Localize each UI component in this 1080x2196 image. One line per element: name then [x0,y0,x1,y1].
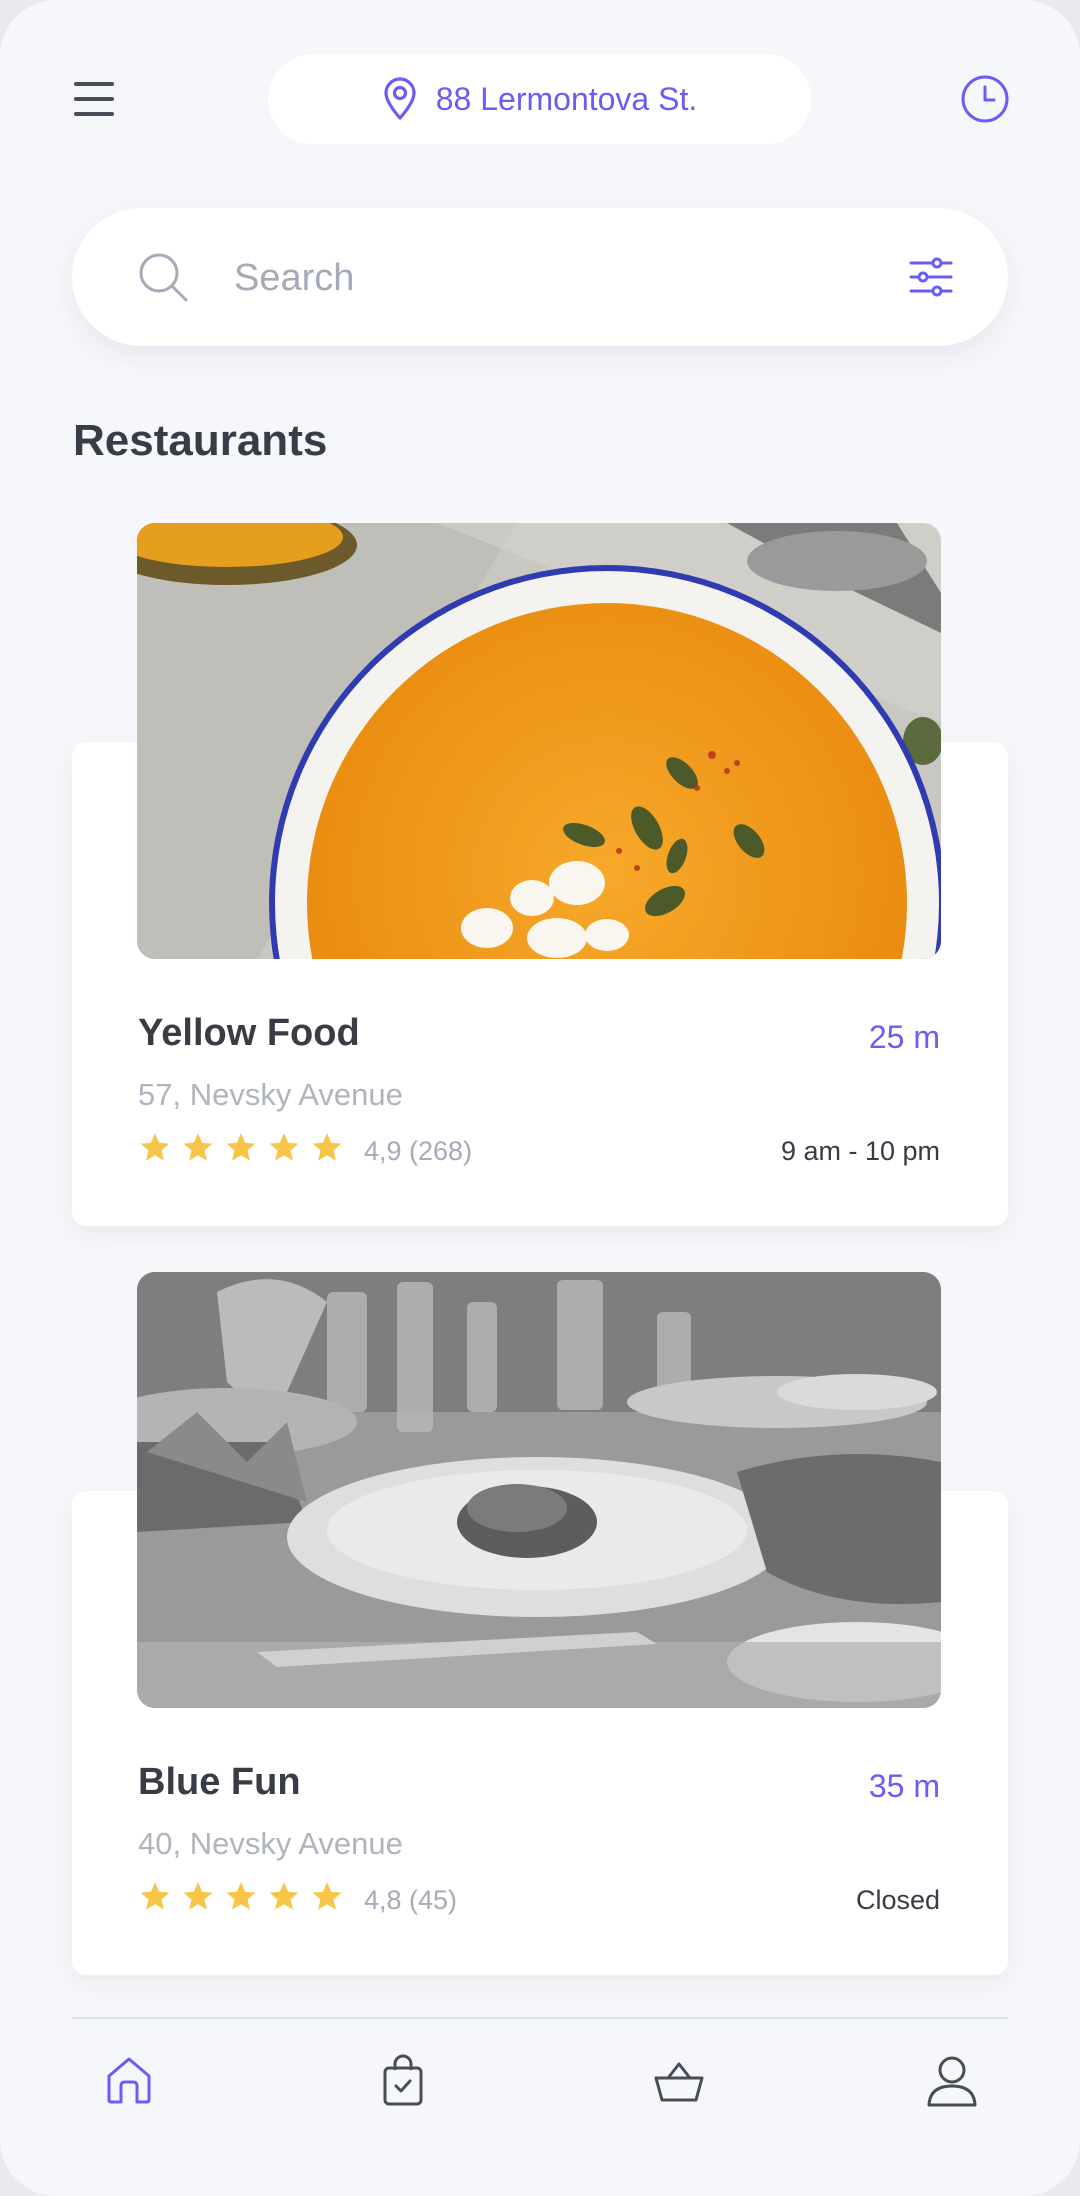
search-bar [72,208,1008,346]
star-icon [312,1882,342,1910]
restaurant-address: 57, Nevsky Avenue [138,1077,403,1112]
section-title: Restaurants [73,416,328,465]
clock-icon[interactable] [960,74,1010,124]
rating-stars [138,1880,344,1914]
star-icon [269,1882,299,1910]
restaurant-hours: Closed [855,1885,940,1915]
restaurant-distance: 35 m [868,1768,940,1804]
restaurant-distance: 25 m [868,1019,940,1055]
star-icon [140,1882,170,1910]
star-icon [226,1882,256,1910]
star-icon [183,1133,213,1161]
filter-icon[interactable] [908,254,954,300]
restaurant-rating: 4,9 (268) [364,1136,473,1166]
bottom-nav-divider [72,2017,1008,2019]
location-text: 88 Lermontova St. [435,80,698,117]
rating-stars [138,1131,344,1165]
location-selector[interactable]: 88 Lermontova St. [268,54,811,144]
star-icon [183,1882,213,1910]
restaurant-name[interactable]: Blue Fun [138,1761,301,1804]
star-icon [312,1133,342,1161]
restaurant-address: 40, Nevsky Avenue [138,1826,403,1861]
star-icon [140,1133,170,1161]
restaurant-name[interactable]: Yellow Food [138,1012,360,1055]
shopping-bag-icon[interactable] [375,2052,431,2108]
menu-icon[interactable] [74,82,114,116]
star-icon [226,1133,256,1161]
restaurant-image[interactable] [137,523,941,959]
star-icon [269,1133,299,1161]
restaurant-hours: 9 am - 10 pm [780,1136,940,1166]
profile-icon[interactable] [924,2052,980,2108]
location-pin-icon [384,77,416,120]
restaurant-image[interactable] [137,1272,941,1708]
restaurant-rating: 4,8 (45) [364,1885,458,1915]
search-input[interactable] [232,242,796,314]
app-screen: 88 Lermontova St. Restaurants [0,0,1080,2196]
search-icon [139,253,188,302]
basket-icon[interactable] [651,2052,707,2108]
home-icon[interactable] [101,2052,157,2108]
